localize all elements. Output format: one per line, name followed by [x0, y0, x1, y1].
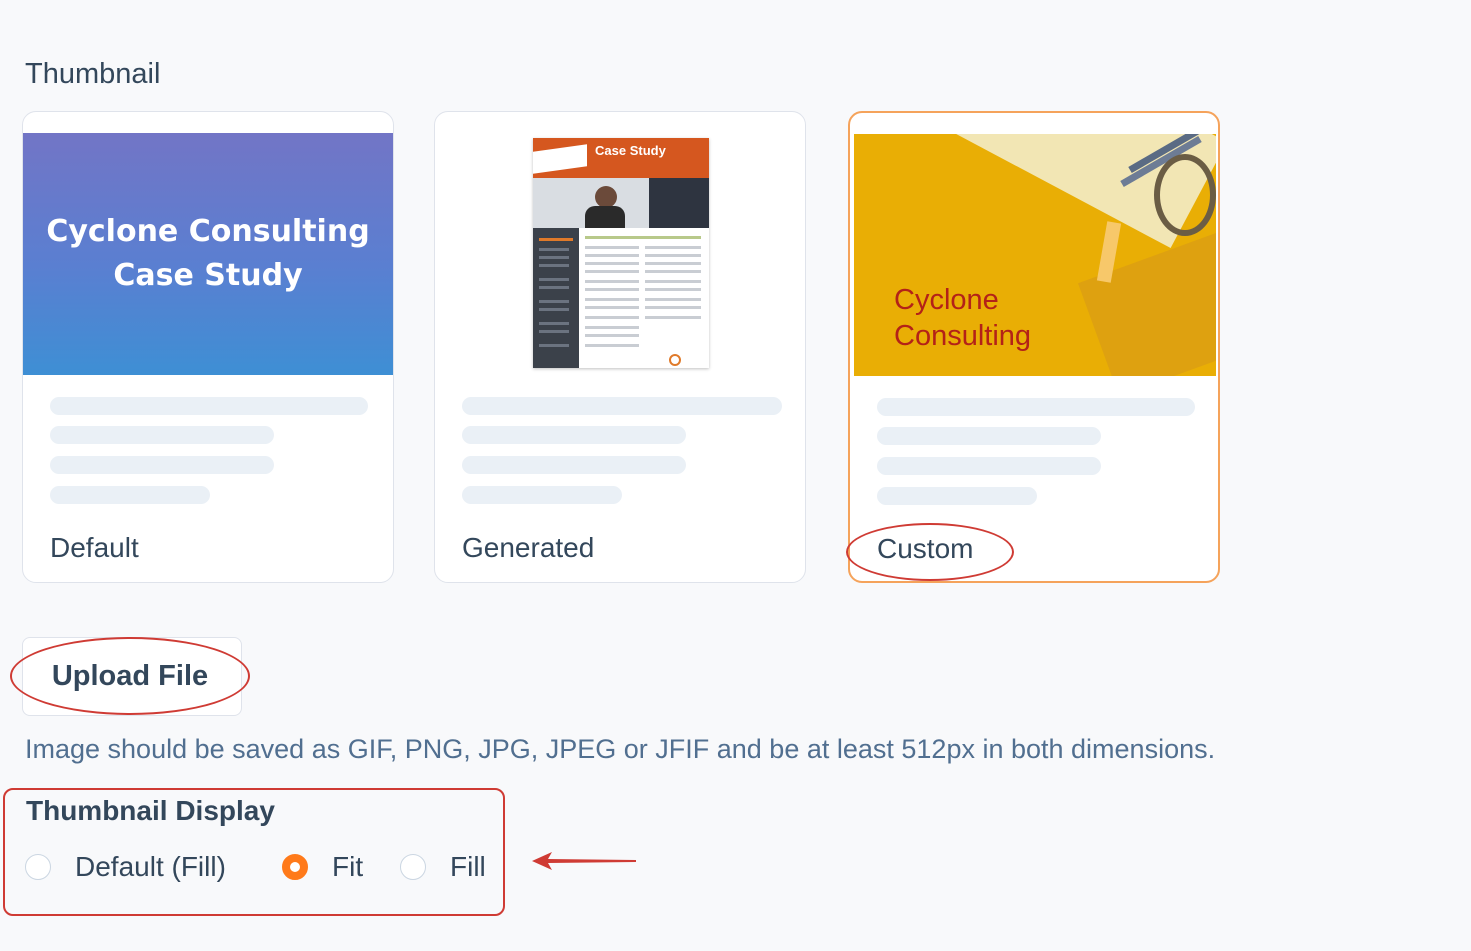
skeleton-line: [877, 487, 1037, 505]
skeleton-line: [877, 427, 1101, 445]
skeleton-line: [50, 486, 210, 504]
generated-thumbnail-image: Case Study: [435, 133, 805, 375]
default-thumbnail-title-line2: Case Study: [113, 258, 303, 293]
thumbnail-option-default[interactable]: Cyclone Consulting Case Study Default: [22, 111, 394, 583]
skeleton-line: [462, 486, 622, 504]
skeleton-line: [50, 426, 274, 444]
generated-option-label: Generated: [462, 532, 595, 563]
annotation-rect-thumbnail-display: [3, 788, 505, 916]
default-thumbnail-title-line1: Cyclone Consulting: [46, 214, 370, 249]
thumbnail-option-custom[interactable]: Cyclone Consulting Custom: [848, 111, 1220, 583]
thumbnail-option-generated[interactable]: Case Study Generated: [434, 111, 806, 583]
skeleton-line: [877, 457, 1101, 475]
document-heading: Case Study: [595, 143, 666, 158]
custom-option-label: Custom: [877, 533, 974, 564]
thumbnail-section-title: Thumbnail: [25, 58, 161, 90]
skeleton-line: [50, 397, 368, 415]
custom-thumbnail-image: Cyclone Consulting: [854, 134, 1216, 376]
scissors-graphic: [1154, 154, 1216, 236]
skeleton-line: [462, 426, 686, 444]
custom-thumbnail-text: Cyclone Consulting: [894, 284, 1032, 352]
annotation-arrow-icon: [532, 852, 636, 870]
default-thumbnail-image: Cyclone Consulting Case Study: [23, 133, 393, 375]
default-option-label: Default: [50, 532, 139, 563]
skeleton-line: [50, 456, 274, 474]
document-logo-icon: [669, 354, 681, 366]
upload-help-text: Image should be saved as GIF, PNG, JPG, …: [25, 734, 1216, 764]
generated-document-preview: Case Study: [533, 138, 709, 368]
skeleton-line: [462, 397, 782, 415]
skeleton-line: [877, 398, 1195, 416]
skeleton-line: [462, 456, 686, 474]
upload-file-button[interactable]: Upload File: [22, 637, 242, 716]
